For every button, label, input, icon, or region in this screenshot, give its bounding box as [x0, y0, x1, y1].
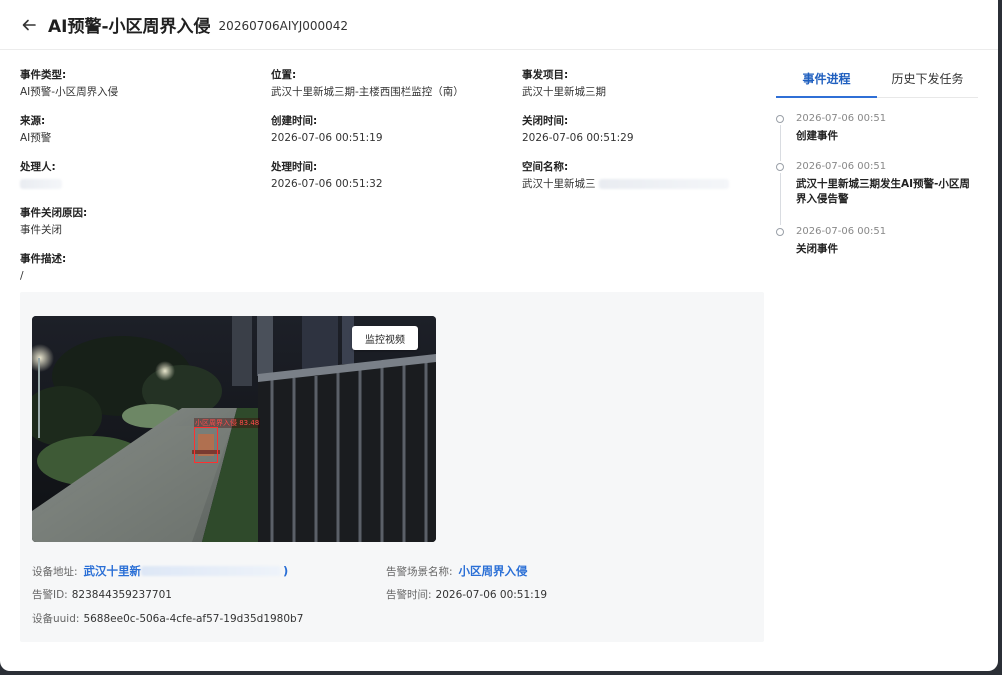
timeline-dot-icon [776, 115, 784, 123]
field-value: 2026-07-06 00:51:32 [271, 178, 383, 190]
event-detail-window: AI预警-小区周界入侵 20260706AIYJ000042 事件类型: AI预… [0, 0, 998, 671]
timeline-text: 关闭事件 [796, 243, 838, 255]
field-label: 处理时间: [271, 161, 318, 173]
alarm-scene-row: 告警场景名称: 小区周界入侵 [386, 563, 528, 579]
field-value: 2026-07-06 00:51:29 [522, 132, 634, 144]
field-source: 来源: AI预警 [20, 114, 271, 160]
field-label: 事件描述: [20, 253, 67, 265]
field-created-time: 创建时间: 2026-07-06 00:51:19 [271, 114, 522, 160]
alarm-time-row: 告警时间: 2026-07-06 00:51:19 [386, 587, 547, 602]
field-location: 位置: 武汉十里新城三期-主楼西围栏监控（南） [271, 68, 522, 114]
timeline-text: 武汉十里新城三期发生AI预警-小区周界入侵告警 [796, 178, 970, 205]
tab-event-progress[interactable]: 事件进程 [776, 60, 877, 97]
timeline-item: 2026-07-06 00:51 武汉十里新城三期发生AI预警-小区周界入侵告警 [776, 160, 978, 225]
field-label: 位置: [271, 69, 297, 81]
device-address-row: 设备地址: 武汉十里新 ) [32, 563, 288, 579]
device-uuid-row: 设备uuid: 5688ee0c-506a-4cfe-af57-19d35d19… [32, 611, 303, 626]
field-label: 关闭时间: [522, 115, 569, 127]
field-value: 武汉十里新城三期 [522, 86, 606, 98]
timeline-dot-icon [776, 163, 784, 171]
info-label: 告警场景名称: [386, 565, 453, 578]
device-uuid-value: 5688ee0c-506a-4cfe-af57-19d35d1980b7 [83, 612, 304, 625]
timeline-time: 2026-07-06 00:51 [796, 161, 887, 172]
active-tab-indicator [776, 96, 877, 98]
field-value-redacted [20, 177, 271, 191]
redacted-block [141, 566, 282, 576]
page-title: AI预警-小区周界入侵 [48, 17, 211, 37]
arrow-left-icon[interactable] [20, 16, 38, 34]
timeline-dot-icon [776, 228, 784, 236]
timeline-item: 2026-07-06 00:51 关闭事件 [776, 225, 978, 265]
alarm-time-value: 2026-07-06 00:51:19 [435, 588, 548, 601]
field-value: / [20, 270, 24, 282]
timeline-time: 2026-07-06 00:51 [796, 226, 887, 237]
field-space-name: 空间名称: 武汉十里新城三 [522, 160, 765, 206]
timeline-item: 2026-07-06 00:51 创建事件 [776, 112, 978, 160]
surveillance-video-button[interactable]: 监控视频 [352, 326, 418, 350]
redacted-block [598, 179, 729, 189]
redacted-block [20, 179, 62, 189]
field-event-type: 事件类型: AI预警-小区周界入侵 [20, 68, 271, 114]
device-address-link[interactable]: 武汉十里新 [84, 563, 142, 579]
alarm-id-value: 823844359237701 [71, 588, 172, 601]
field-value-wrap: 武汉十里新城三 [522, 177, 765, 191]
field-handled-time: 处理时间: 2026-07-06 00:51:32 [271, 160, 522, 206]
event-progress-panel: 事件进程 历史下发任务 2026-07-06 00:51 创建事件 2026-0… [776, 60, 978, 265]
info-label: 告警ID: [32, 589, 68, 601]
field-value: AI预警 [20, 132, 52, 144]
field-value: 事件关闭 [20, 224, 62, 236]
field-value: AI预警-小区周界入侵 [20, 86, 119, 98]
field-value: 武汉十里新城三期-主楼西围栏监控（南） [271, 86, 464, 98]
info-label: 设备地址: [32, 565, 78, 578]
camera-snapshot[interactable]: 监控视频 小区周界入侵 83.48 [32, 316, 436, 542]
detection-box [194, 427, 218, 463]
timeline-text: 创建事件 [796, 130, 838, 142]
field-label: 事件类型: [20, 69, 67, 81]
tab-history-tasks[interactable]: 历史下发任务 [877, 60, 978, 97]
field-closed-time: 关闭时间: 2026-07-06 00:51:29 [522, 114, 765, 160]
info-label: 设备uuid: [32, 613, 80, 625]
field-project: 事发项目: 武汉十里新城三期 [522, 68, 765, 114]
field-handler: 处理人: [20, 160, 271, 206]
device-address-tail: ) [283, 564, 289, 578]
info-label: 告警时间: [386, 589, 432, 601]
alarm-id-row: 告警ID: 823844359237701 [32, 587, 172, 602]
field-label: 空间名称: [522, 161, 569, 173]
timeline-time: 2026-07-06 00:51 [796, 113, 887, 124]
field-value: 2026-07-06 00:51:19 [271, 132, 383, 144]
field-value: 武汉十里新城三 [522, 178, 596, 190]
alarm-scene-link[interactable]: 小区周界入侵 [459, 563, 528, 579]
field-label: 来源: [20, 115, 46, 127]
page-header: AI预警-小区周界入侵 20260706AIYJ000042 [0, 0, 998, 50]
event-info-panel: 事件类型: AI预警-小区周界入侵 位置: 武汉十里新城三期-主楼西围栏监控（南… [20, 68, 765, 298]
field-label: 处理人: [20, 161, 56, 173]
alarm-card: 监控视频 小区周界入侵 83.48 设备地址: 武汉十里新 ) 告警场景名称: … [20, 292, 764, 642]
field-label: 事发项目: [522, 69, 569, 81]
tab-bar: 事件进程 历史下发任务 [776, 60, 978, 98]
field-label: 创建时间: [271, 115, 318, 127]
field-close-reason: 事件关闭原因: 事件关闭 [20, 206, 765, 252]
event-timeline: 2026-07-06 00:51 创建事件 2026-07-06 00:51 武… [776, 112, 978, 265]
field-label: 事件关闭原因: [20, 207, 88, 219]
event-code: 20260706AIYJ000042 [218, 19, 349, 33]
